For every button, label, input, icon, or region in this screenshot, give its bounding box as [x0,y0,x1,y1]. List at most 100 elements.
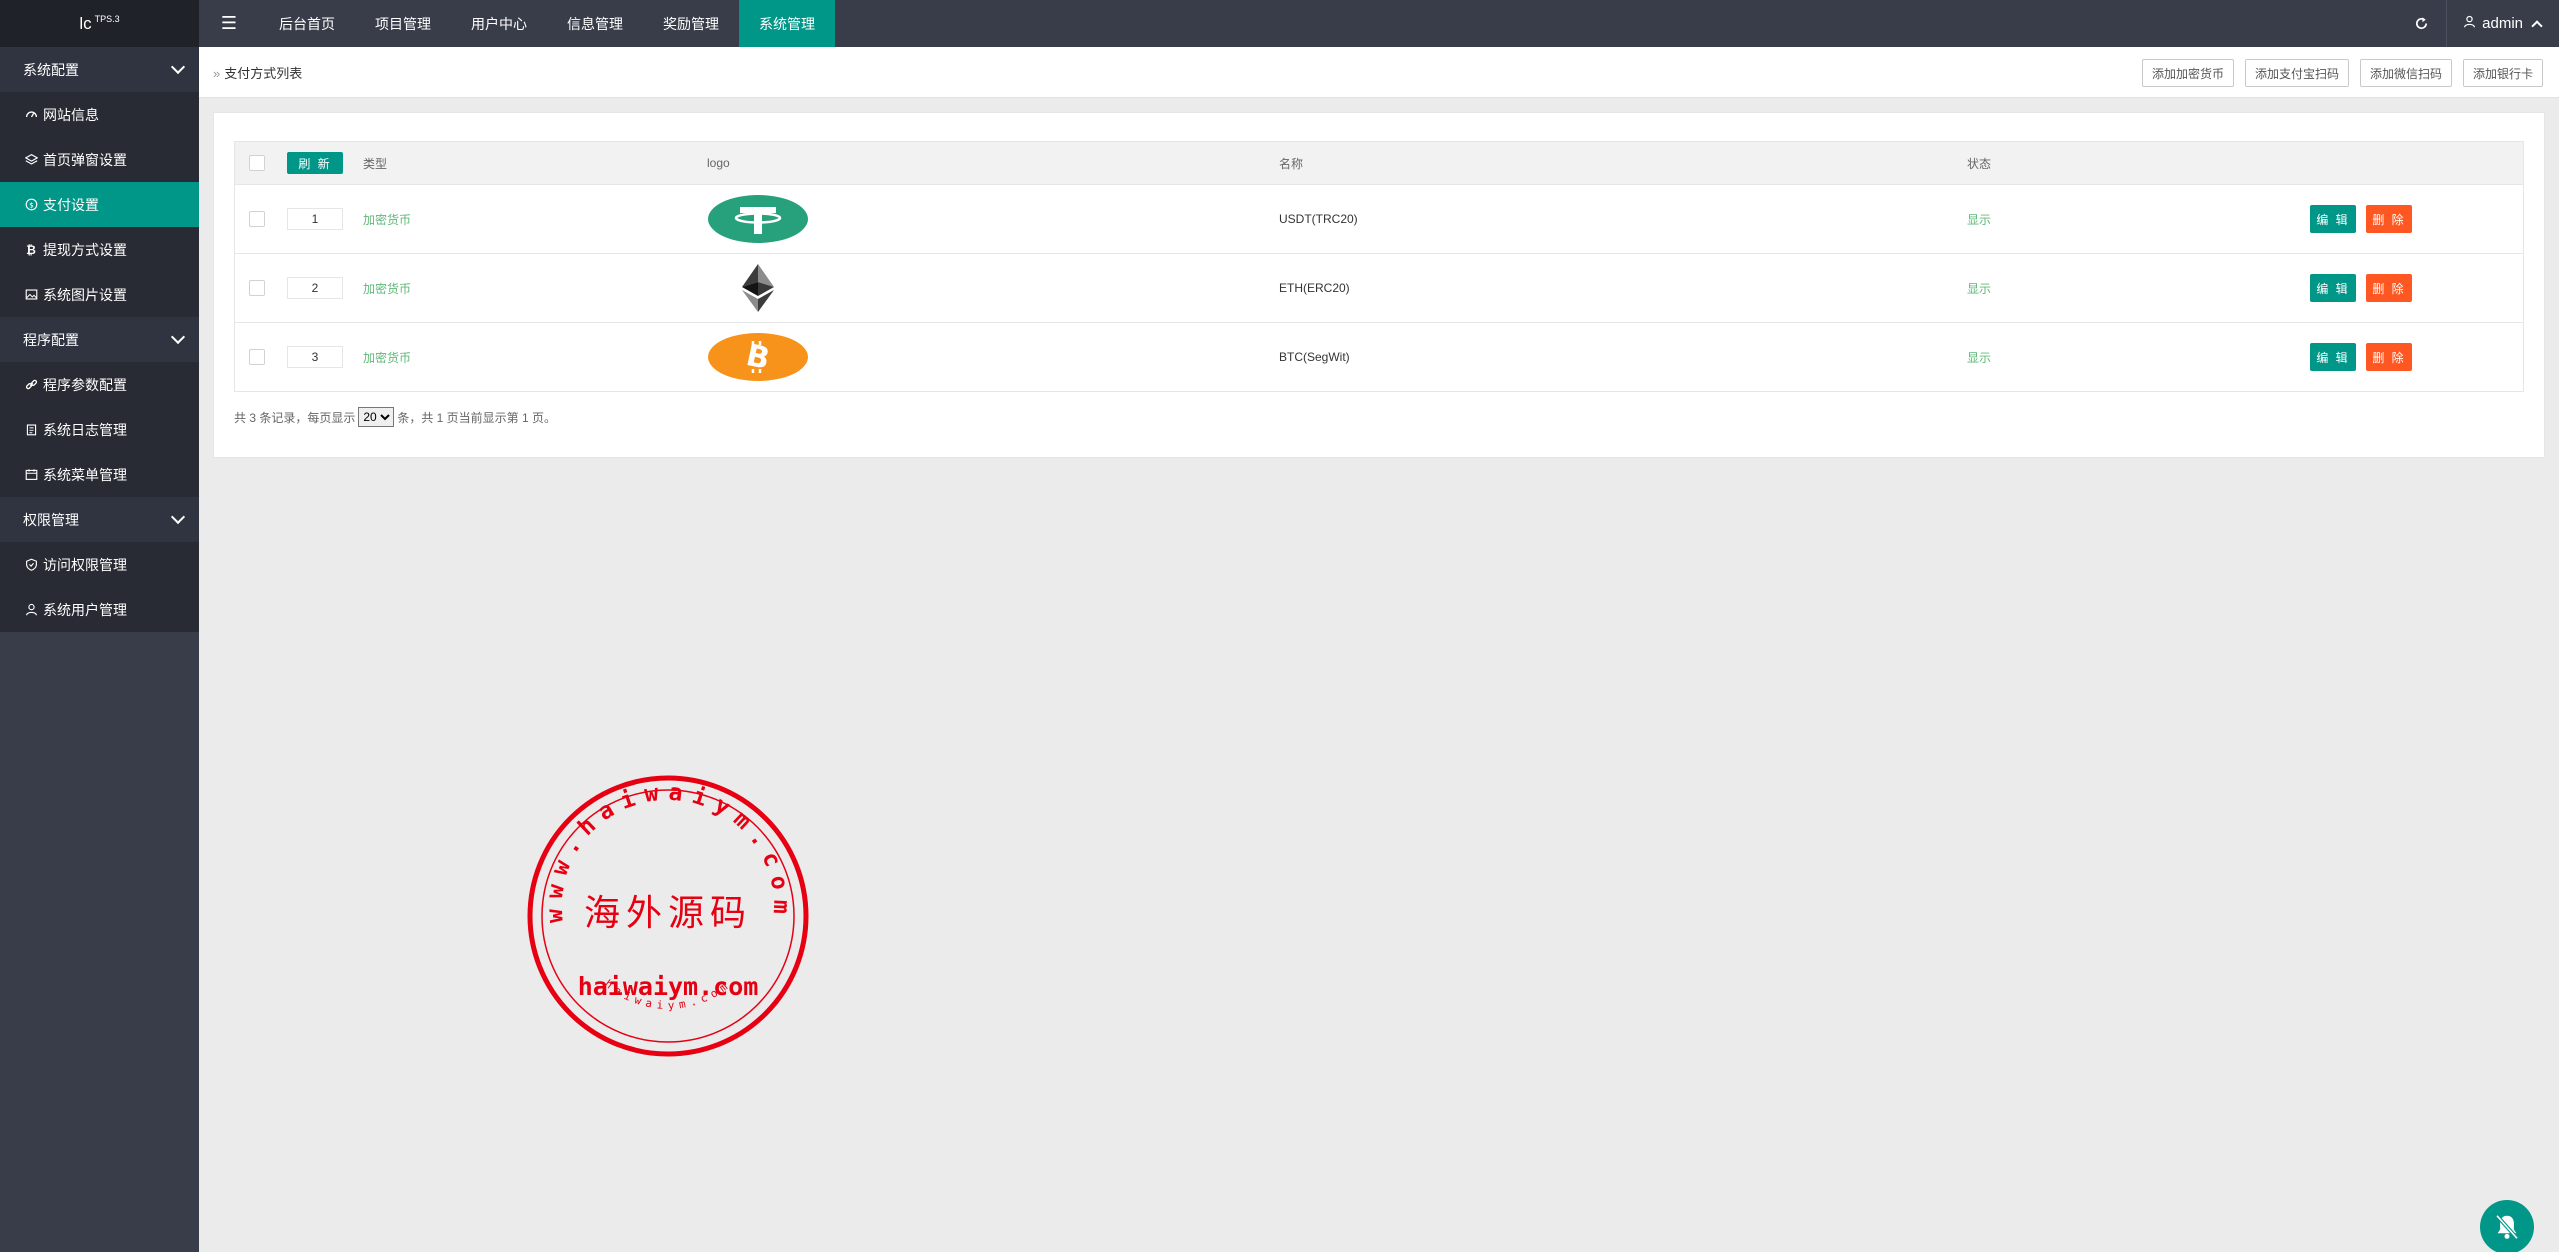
link-icon [23,378,39,391]
select-all-checkbox[interactable] [249,155,265,171]
delete-button[interactable]: 删 除 [2366,274,2412,302]
pagination-prefix: 共 3 条记录，每页显示 [234,410,356,425]
chevron-down-icon [170,59,186,75]
add-bank-card-button[interactable]: 添加银行卡 [2462,59,2543,87]
svg-text:$: $ [29,200,34,209]
row-checkbox[interactable] [249,211,265,227]
edit-button[interactable]: 编 辑 [2310,343,2356,371]
sort-order-input[interactable] [287,346,343,368]
row-name: BTC(SegWit) [1279,350,1350,364]
nav-tab-users[interactable]: 用户中心 [451,0,547,47]
bitcoin-logo: B [707,323,809,391]
app-logo[interactable]: lc TPS.3 [0,0,199,47]
sort-order-input[interactable] [287,277,343,299]
row-checkbox[interactable] [249,280,265,296]
sidebar: lc TPS.3 系统配置 网站信息 首页弹窗设置 $ 支付设置 ₿ 提现方式设置… [0,0,199,1252]
header-name: 名称 [1279,156,1304,171]
sidebar-group-label: 系统配置 [23,61,79,78]
table-refresh-button[interactable]: 刷 新 [287,152,343,174]
chevron-up-icon [2531,20,2543,32]
sidebar-group-label: 权限管理 [23,511,79,528]
user-menu[interactable]: admin [2447,0,2559,47]
sidebar-item-label: 系统日志管理 [43,421,127,438]
tether-logo [707,185,809,253]
breadcrumb: » 支付方式列表 [213,63,302,82]
nav-tab-rewards[interactable]: 奖励管理 [643,0,739,47]
table-header: 刷 新 类型 logo 名称 状态 [235,142,2523,184]
pagination-suffix: 条，共 1 页当前显示第 1 页。 [397,410,557,425]
sidebar-group-program-config[interactable]: 程序配置 [0,317,199,362]
dollar-icon: $ [23,198,39,211]
sidebar-group-system-config[interactable]: 系统配置 [0,47,199,92]
table-row: 加密货币 B BTC(SegWit) 显示 编 辑 删 除 [235,322,2523,391]
main-panel: 刷 新 类型 logo 名称 状态 加密货币 USDT(TRC20) 显示 编 … [213,112,2545,458]
chevron-down-icon [170,329,186,345]
sidebar-item-withdraw-settings[interactable]: ₿ 提现方式设置 [0,227,199,272]
sidebar-item-label: 访问权限管理 [43,556,127,573]
nav-tab-info[interactable]: 信息管理 [547,0,643,47]
row-status: 显示 [1967,281,1992,296]
payment-methods-table: 刷 新 类型 logo 名称 状态 加密货币 USDT(TRC20) 显示 编 … [234,141,2524,392]
sidebar-item-site-info[interactable]: 网站信息 [0,92,199,137]
layers-icon [23,153,39,166]
sidebar-item-program-params[interactable]: 程序参数配置 [0,362,199,407]
delete-button[interactable]: 删 除 [2366,205,2412,233]
refresh-icon[interactable] [2397,0,2448,47]
row-status: 显示 [1967,212,1992,227]
row-status: 显示 [1967,350,1992,365]
sidebar-item-label: 系统用户管理 [43,601,127,618]
add-wechat-qr-button[interactable]: 添加微信扫码 [2359,59,2452,87]
row-checkbox[interactable] [249,349,265,365]
edit-button[interactable]: 编 辑 [2310,205,2356,233]
topbar-right: admin [2397,0,2559,47]
sidebar-item-system-users[interactable]: 系统用户管理 [0,587,199,632]
add-crypto-button[interactable]: 添加加密货币 [2141,59,2234,87]
watermark-stamp: www.haiwaiym.com 海外源码 haiwaiym.com haiwa… [525,773,811,1059]
sidebar-item-access-permissions[interactable]: 访问权限管理 [0,542,199,587]
shield-check-icon [23,558,39,571]
add-alipay-qr-button[interactable]: 添加支付宝扫码 [2244,59,2349,87]
nav-tab-projects[interactable]: 项目管理 [355,0,451,47]
menu-toggle-icon[interactable]: ☰ [199,0,259,47]
sidebar-item-label: 程序参数配置 [43,376,127,393]
sidebar-item-home-popup[interactable]: 首页弹窗设置 [0,137,199,182]
calendar-icon [23,468,39,481]
user-icon [23,603,39,616]
dashboard-icon [23,108,39,121]
user-icon [2463,15,2476,32]
sidebar-item-label: 系统图片设置 [43,286,127,303]
nav-tab-system[interactable]: 系统管理 [739,0,835,47]
page-title: 支付方式列表 [224,65,303,81]
sidebar-item-label: 支付设置 [43,196,99,213]
edit-button[interactable]: 编 辑 [2310,274,2356,302]
row-type: 加密货币 [363,212,412,227]
page-size-select[interactable]: 10 20 30 50 [358,407,395,427]
ethereum-logo [707,254,809,322]
sort-order-input[interactable] [287,208,343,230]
sidebar-item-system-logs[interactable]: 系统日志管理 [0,407,199,452]
sidebar-group-label: 程序配置 [23,331,79,348]
sidebar-item-payment-settings[interactable]: $ 支付设置 [0,182,199,227]
row-name: ETH(ERC20) [1279,281,1350,295]
breadcrumb-bar: » 支付方式列表 添加加密货币 添加支付宝扫码 添加微信扫码 添加银行卡 [199,47,2559,98]
delete-button[interactable]: 删 除 [2366,343,2412,371]
sidebar-item-label: 提现方式设置 [43,241,127,258]
notification-off-icon[interactable] [2480,1200,2534,1252]
row-type: 加密货币 [363,281,412,296]
breadcrumb-separator: » [213,65,221,81]
sidebar-item-label: 系统菜单管理 [43,466,127,483]
stamp-center-text: 海外源码 [584,893,752,934]
top-navbar: ☰ 后台首页 项目管理 用户中心 信息管理 奖励管理 系统管理 admin [199,0,2559,47]
logo-text: lc [79,13,92,33]
header-type: 类型 [363,156,388,171]
sidebar-item-label: 首页弹窗设置 [43,151,127,168]
nav-tab-dashboard[interactable]: 后台首页 [259,0,355,47]
logo-version: TPS.3 [94,13,120,24]
toolbar-actions: 添加加密货币 添加支付宝扫码 添加微信扫码 添加银行卡 [2141,59,2543,87]
sidebar-item-image-settings[interactable]: 系统图片设置 [0,272,199,317]
table-row: 加密货币 ETH(ERC20) 显示 编 辑 删 除 [235,253,2523,322]
header-logo: logo [707,156,730,170]
sidebar-item-system-menus[interactable]: 系统菜单管理 [0,452,199,497]
sidebar-group-permissions[interactable]: 权限管理 [0,497,199,542]
username: admin [2482,15,2523,32]
